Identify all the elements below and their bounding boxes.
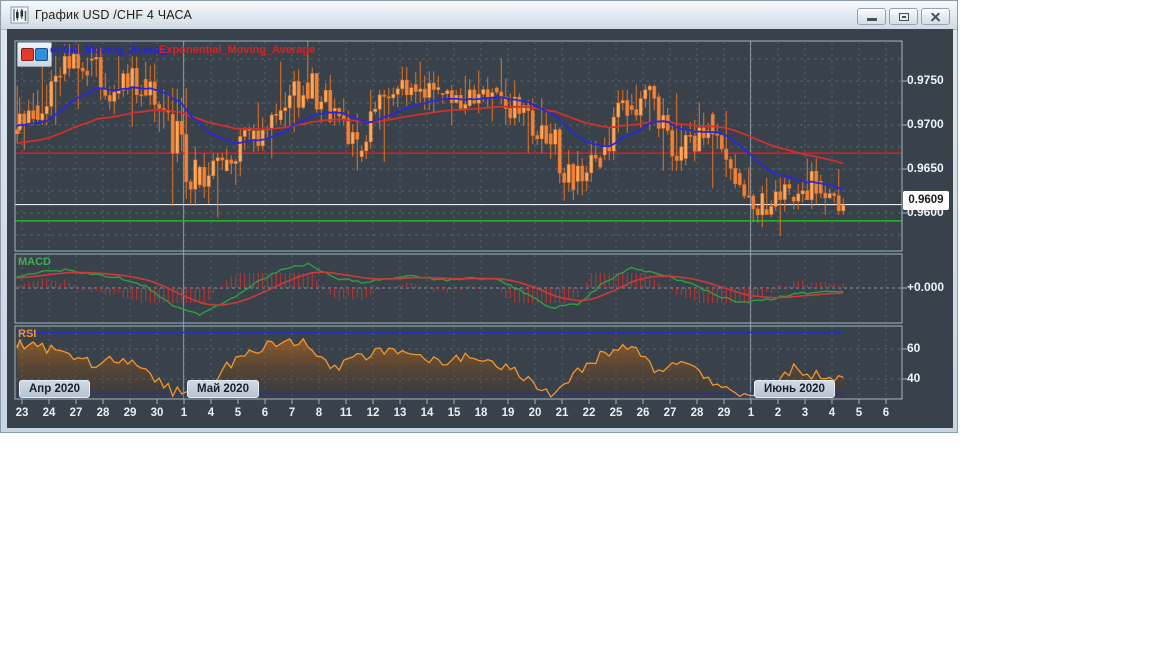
x-axis-label: 25: [609, 407, 623, 419]
window-title: График USD /CHF 4 ЧАСА: [35, 8, 192, 22]
candlestick-chart-icon: [10, 6, 29, 24]
restore-button[interactable]: [889, 8, 918, 25]
current-price-tag: 0.9609: [903, 191, 949, 210]
x-axis-label: 1: [747, 407, 755, 419]
x-axis-label: 13: [393, 407, 407, 419]
x-axis-label: 30: [150, 407, 164, 419]
x-axis-label: 18: [474, 407, 488, 419]
x-axis-label: 29: [123, 407, 137, 419]
x-axis-label: 28: [96, 407, 110, 419]
chart-canvas[interactable]: [7, 29, 953, 428]
legend-swatch-panel: [17, 42, 52, 67]
x-axis-label: 2: [774, 407, 782, 419]
x-axis-label: 3: [801, 407, 809, 419]
x-axis-label: 26: [636, 407, 650, 419]
macd-label: MACD: [18, 256, 51, 268]
red-swatch-button[interactable]: [21, 48, 34, 61]
x-axis-label: 21: [555, 407, 569, 419]
legend-ema-label: Exponential_Moving_Average: [159, 44, 316, 56]
month-marker-jun: Июнь 2020: [754, 380, 835, 398]
x-axis-label: 27: [663, 407, 677, 419]
x-axis-label: 8: [315, 407, 323, 419]
price-tick-9700: 0.9700: [907, 117, 944, 131]
close-button[interactable]: [921, 8, 950, 25]
x-axis-label: 5: [234, 407, 242, 419]
x-axis-label: 24: [42, 407, 56, 419]
x-axis-label: 28: [690, 407, 704, 419]
close-icon: [930, 11, 941, 22]
minimize-icon: [866, 18, 877, 21]
horizontal-level-lines: [15, 152, 902, 222]
candlesticks: [15, 40, 846, 236]
x-axis-label: 15: [447, 407, 461, 419]
month-marker-apr: Апр 2020: [19, 380, 91, 398]
blue-swatch-button[interactable]: [35, 48, 48, 61]
x-axis-label: 23: [15, 407, 29, 419]
title-bar[interactable]: График USD /CHF 4 ЧАСА: [1, 1, 957, 30]
x-axis-label: 29: [717, 407, 731, 419]
x-axis-label: 7: [288, 407, 296, 419]
x-axis-label: 14: [420, 407, 434, 419]
restore-icon: [898, 12, 909, 21]
rsi-panel-series: [16, 331, 844, 399]
x-axis-label: 22: [582, 407, 596, 419]
ema-line: [16, 105, 844, 165]
month-marker-may: Май 2020: [187, 380, 259, 398]
x-axis-label: 6: [261, 407, 269, 419]
x-axis-label: 4: [828, 407, 836, 419]
macd-zero-label: +0.000: [907, 280, 945, 294]
x-axis-label: 6: [882, 407, 890, 419]
x-axis-label: 12: [366, 407, 380, 419]
macd-panel-series: [16, 262, 844, 316]
rsi-label: RSI: [18, 328, 37, 340]
legend-ma-label: ential_Moving_Average: [50, 44, 173, 56]
x-axis-label: 1: [180, 407, 188, 419]
x-axis-label: 27: [69, 407, 83, 419]
x-axis-label: 5: [855, 407, 863, 419]
price-tick-9650: 0.9650: [907, 161, 944, 175]
rsi-tick-40: 40: [907, 371, 921, 385]
rsi-tick-60: 60: [907, 341, 921, 355]
x-axis-label: 20: [528, 407, 542, 419]
x-axis-label: 4: [207, 407, 215, 419]
minimize-button[interactable]: [857, 8, 886, 25]
price-tick-9750: 0.9750: [907, 73, 944, 87]
x-axis-label: 19: [501, 407, 515, 419]
chart-window: График USD /CHF 4 ЧАСА ential_Moving_Ave…: [0, 0, 958, 433]
x-axis-label: 11: [339, 407, 353, 419]
